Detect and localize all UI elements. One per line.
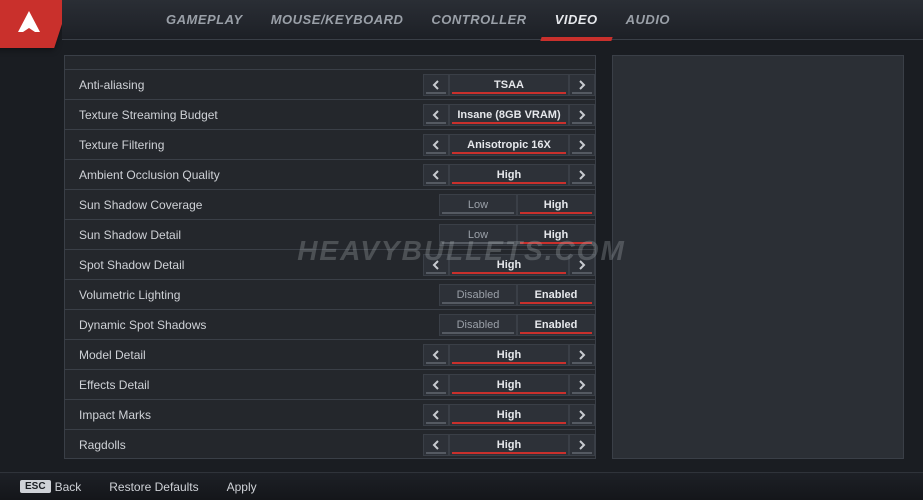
setting-label: Dynamic Spot Shadows (79, 318, 439, 332)
setting-anti-aliasing: Anti-aliasing TSAA (65, 70, 595, 100)
option-high[interactable]: High (517, 194, 595, 216)
setting-label: Volumetric Lighting (79, 288, 439, 302)
setting-label: Sun Shadow Coverage (79, 198, 439, 212)
prev-button[interactable] (423, 134, 449, 156)
setting-effects-detail: Effects Detail High (65, 370, 595, 400)
setting-value: High (449, 434, 569, 456)
top-bar: GAMEPLAY MOUSE/KEYBOARD CONTROLLER VIDEO… (0, 0, 923, 48)
setting-label: Impact Marks (79, 408, 423, 422)
next-button[interactable] (569, 434, 595, 456)
setting-ragdolls: Ragdolls High (65, 430, 595, 459)
prev-button[interactable] (423, 254, 449, 276)
tab-mouse-keyboard[interactable]: MOUSE/KEYBOARD (267, 10, 408, 29)
option-low[interactable]: Low (439, 224, 517, 246)
setting-texture-filtering: Texture Filtering Anisotropic 16X (65, 130, 595, 160)
setting-label: Sun Shadow Detail (79, 228, 439, 242)
apex-logo-icon (14, 8, 44, 43)
next-button[interactable] (569, 374, 595, 396)
next-button[interactable] (569, 134, 595, 156)
setting-value: Insane (8GB VRAM) (449, 104, 569, 126)
back-button[interactable]: ESC Back (20, 480, 81, 494)
prev-button[interactable] (423, 404, 449, 426)
prev-button[interactable] (423, 344, 449, 366)
setting-ambient-occlusion-quality: Ambient Occlusion Quality High (65, 160, 595, 190)
setting-label: Model Detail (79, 348, 423, 362)
setting-value: High (449, 404, 569, 426)
option-enabled[interactable]: Enabled (517, 314, 595, 336)
tab-audio[interactable]: AUDIO (622, 10, 674, 29)
esc-key-icon: ESC (20, 480, 51, 493)
prev-button[interactable] (423, 74, 449, 96)
apply-button[interactable]: Apply (227, 480, 257, 494)
next-button[interactable] (569, 74, 595, 96)
setting-label: Texture Streaming Budget (79, 108, 423, 122)
next-button[interactable] (569, 104, 595, 126)
option-high[interactable]: High (517, 224, 595, 246)
setting-sun-shadow-detail: Sun Shadow Detail Low High (65, 220, 595, 250)
setting-label: Anti-aliasing (79, 78, 423, 92)
setting-impact-marks: Impact Marks High (65, 400, 595, 430)
setting-value: Anisotropic 16X (449, 134, 569, 156)
setting-texture-streaming-budget: Texture Streaming Budget Insane (8GB VRA… (65, 100, 595, 130)
setting-label: Ambient Occlusion Quality (79, 168, 423, 182)
prev-button[interactable] (423, 434, 449, 456)
setting-value: High (449, 344, 569, 366)
setting-model-detail: Model Detail High (65, 340, 595, 370)
setting-value: High (449, 374, 569, 396)
setting-value: High (449, 164, 569, 186)
prev-button[interactable] (423, 104, 449, 126)
setting-sun-shadow-coverage: Sun Shadow Coverage Low High (65, 190, 595, 220)
option-low[interactable]: Low (439, 194, 517, 216)
setting-spot-shadow-detail: Spot Shadow Detail High (65, 250, 595, 280)
scrollbar-thumb[interactable] (595, 206, 596, 456)
setting-label: Ragdolls (79, 438, 423, 452)
clipped-row (65, 56, 595, 70)
next-button[interactable] (569, 254, 595, 276)
setting-dynamic-spot-shadows: Dynamic Spot Shadows Disabled Enabled (65, 310, 595, 340)
setting-value: TSAA (449, 74, 569, 96)
next-button[interactable] (569, 164, 595, 186)
video-settings-panel: Anti-aliasing TSAA Texture Streaming Bud… (64, 55, 596, 459)
setting-label: Texture Filtering (79, 138, 423, 152)
option-disabled[interactable]: Disabled (439, 314, 517, 336)
tab-controller[interactable]: CONTROLLER (427, 10, 530, 29)
prev-button[interactable] (423, 374, 449, 396)
tab-video[interactable]: VIDEO (551, 10, 602, 29)
option-disabled[interactable]: Disabled (439, 284, 517, 306)
option-enabled[interactable]: Enabled (517, 284, 595, 306)
tab-bar: GAMEPLAY MOUSE/KEYBOARD CONTROLLER VIDEO… (62, 0, 923, 40)
next-button[interactable] (569, 404, 595, 426)
prev-button[interactable] (423, 164, 449, 186)
next-button[interactable] (569, 344, 595, 366)
setting-volumetric-lighting: Volumetric Lighting Disabled Enabled (65, 280, 595, 310)
setting-label: Effects Detail (79, 378, 423, 392)
tab-gameplay[interactable]: GAMEPLAY (162, 10, 247, 29)
restore-defaults-button[interactable]: Restore Defaults (109, 480, 198, 494)
setting-label: Spot Shadow Detail (79, 258, 423, 272)
setting-value: High (449, 254, 569, 276)
footer-bar: ESC Back Restore Defaults Apply (0, 472, 923, 500)
description-panel (612, 55, 904, 459)
